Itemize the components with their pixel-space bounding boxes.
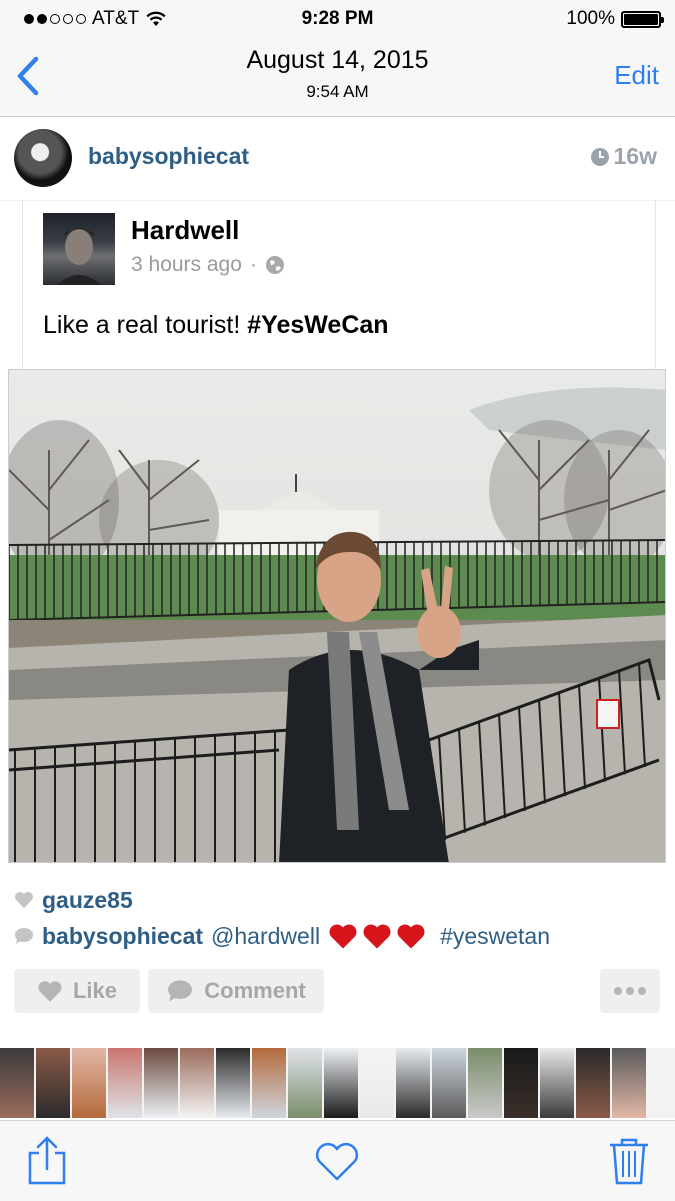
- fb-author-avatar: [43, 213, 115, 285]
- navigation-bar: August 14, 2015 9:54 AM Edit: [0, 40, 675, 117]
- comment-icon: [168, 980, 193, 1002]
- post-username: babysophiecat: [88, 143, 250, 169]
- heart-icon: [315, 1142, 359, 1181]
- share-icon: [28, 1136, 66, 1185]
- delete-button[interactable]: [604, 1135, 654, 1187]
- thumbnail[interactable]: [72, 1048, 106, 1118]
- thumbnail[interactable]: [108, 1048, 142, 1118]
- favorite-button[interactable]: [312, 1135, 362, 1187]
- red-heart-icon: [329, 924, 357, 948]
- post-photo: [8, 369, 666, 863]
- white-house-photo: [9, 370, 665, 862]
- comment-row: babysophiecat @hardwell #yeswetan: [14, 918, 550, 954]
- thumbnail[interactable]: [504, 1048, 538, 1118]
- post-age-text: 16w: [613, 143, 657, 169]
- likes-user[interactable]: gauze85: [42, 887, 133, 914]
- fb-text-plain: Like a real tourist!: [43, 311, 248, 339]
- thumbnail[interactable]: [216, 1048, 250, 1118]
- comment-mention[interactable]: @hardwell: [211, 923, 320, 950]
- thumbnail[interactable]: [252, 1048, 286, 1118]
- fb-post-text: Like a real tourist! #YesWeCan: [43, 311, 389, 340]
- heart-small-icon: [15, 892, 33, 908]
- heart-outline-icon: [38, 980, 62, 1002]
- thumbnail[interactable]: [576, 1048, 610, 1118]
- nav-subtitle: 9:54 AM: [306, 82, 369, 101]
- thumbnail[interactable]: [432, 1048, 466, 1118]
- comment-user[interactable]: babysophiecat: [42, 923, 203, 950]
- trash-icon: [610, 1138, 648, 1185]
- red-heart-icon: [397, 924, 425, 948]
- avatar: [14, 129, 72, 187]
- comment-hashtag[interactable]: #yeswetan: [440, 923, 550, 950]
- thumbnail[interactable]: [0, 1048, 34, 1118]
- fb-time-text: 3 hours ago: [131, 253, 242, 276]
- likes-row: gauze85: [14, 882, 550, 918]
- fb-author-name: Hardwell: [131, 215, 240, 245]
- battery-icon: [621, 10, 664, 28]
- clock-icon: [590, 147, 609, 166]
- comment-label: Comment: [204, 978, 306, 1003]
- thumbnail[interactable]: [396, 1048, 430, 1118]
- share-button[interactable]: [22, 1135, 72, 1187]
- post-age: 16w: [590, 143, 657, 170]
- comment-button[interactable]: Comment: [148, 969, 324, 1013]
- post-comments: gauze85 babysophiecat @hardwell #yesweta…: [14, 882, 550, 954]
- thumbnail[interactable]: [36, 1048, 70, 1118]
- ellipsis-icon: [614, 987, 646, 995]
- fb-post-time: 3 hours ago ·: [131, 253, 285, 277]
- edit-button[interactable]: Edit: [614, 60, 659, 91]
- thumbnail[interactable]: [144, 1048, 178, 1118]
- thumbnail[interactable]: [468, 1048, 502, 1118]
- like-label: Like: [72, 978, 118, 1003]
- red-heart-icon: [363, 924, 391, 948]
- globe-icon: [265, 256, 284, 274]
- fb-text-hashtag: #YesWeCan: [247, 311, 389, 339]
- thumbnail[interactable]: [612, 1048, 646, 1118]
- fb-separator: ·: [249, 253, 257, 276]
- battery-info: 100%: [566, 8, 664, 30]
- thumbnail[interactable]: [540, 1048, 574, 1118]
- comment-hearts: [328, 923, 426, 950]
- thumbnail[interactable]: [288, 1048, 322, 1118]
- thumbnail[interactable]: [360, 1048, 394, 1118]
- thumbnail-strip[interactable]: [0, 1048, 675, 1118]
- thumbnail[interactable]: [180, 1048, 214, 1118]
- comment-bubble-icon: [15, 928, 33, 944]
- battery-percent: 100%: [566, 8, 615, 29]
- like-button[interactable]: Like: [14, 969, 140, 1013]
- nav-title: August 14, 2015: [246, 46, 429, 74]
- bottom-toolbar: [0, 1120, 675, 1201]
- thumbnail[interactable]: [324, 1048, 358, 1118]
- photo-content[interactable]: babysophiecat 16w Hardwell 3 hours ago ·: [0, 117, 675, 1047]
- embedded-facebook-post: Hardwell 3 hours ago · Like a real touri…: [22, 201, 656, 371]
- status-bar: AT&T 9:28 PM 100%: [0, 0, 675, 40]
- more-options-button[interactable]: [600, 969, 660, 1013]
